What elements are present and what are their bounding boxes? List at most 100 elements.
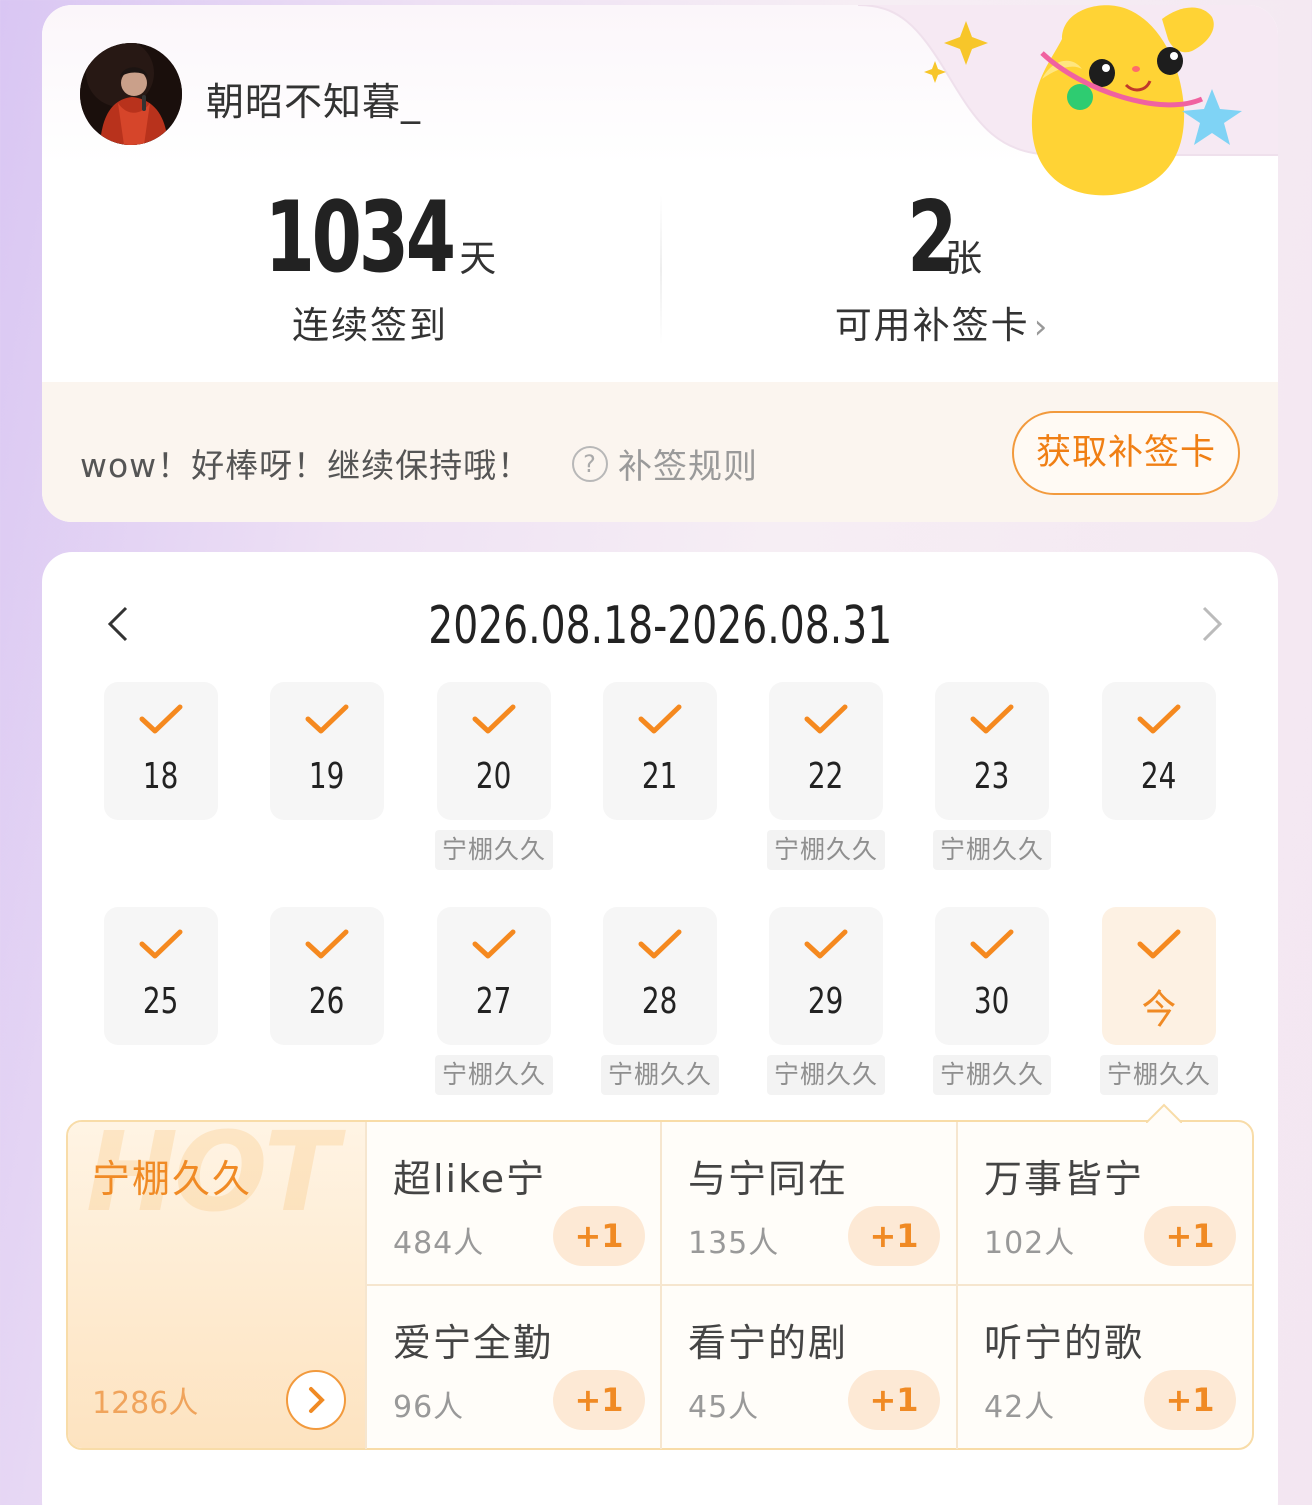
checkmark-icon	[970, 704, 1014, 734]
day-number: 20	[437, 756, 551, 797]
day-number-text: 18	[143, 756, 179, 797]
option-name: 爱宁全勤	[393, 1321, 554, 1365]
checkin-option[interactable]: 与宁同在 135人 +1	[660, 1122, 955, 1285]
day-cell[interactable]: 19	[270, 682, 384, 820]
day-number: 30	[935, 981, 1049, 1022]
hot-option-count: 1286人	[92, 1386, 199, 1421]
day-checkin-tag: 宁棚久久	[435, 1055, 553, 1095]
day-number: 27	[437, 981, 551, 1022]
day-number: 22	[769, 756, 883, 797]
option-count: 135人	[688, 1226, 780, 1261]
checkmark-icon	[804, 929, 848, 959]
plus-one-button[interactable]: +1	[848, 1370, 940, 1430]
day-number: 21	[603, 756, 717, 797]
question-icon: ?	[572, 445, 608, 482]
day-cell[interactable]: 22	[769, 682, 883, 820]
option-name: 看宁的剧	[688, 1321, 849, 1365]
username: 朝昭不知暮_	[206, 80, 422, 124]
day-number-text: 29	[808, 981, 844, 1022]
option-count: 484人	[393, 1226, 485, 1261]
date-range: 2026.08.18-2026.08.31	[42, 596, 1278, 656]
day-number: 23	[935, 756, 1049, 797]
checkmark-icon	[139, 929, 183, 959]
encourage-message: wow！好棒呀！继续保持哦！	[80, 446, 532, 485]
checkmark-icon	[139, 704, 183, 734]
day-number: 24	[1102, 756, 1216, 797]
day-checkin-tag: 宁棚久久	[435, 830, 553, 870]
checkin-option[interactable]: 爱宁全勤 96人 +1	[365, 1286, 660, 1449]
day-number-text: 今	[1141, 987, 1177, 1033]
calendar-card: 2026.08.18-2026.08.31 18 19 20 宁棚久久 21 22 宁棚久久…	[42, 552, 1278, 1505]
day-number-text: 19	[309, 756, 345, 797]
option-name: 万事皆宁	[984, 1157, 1145, 1201]
day-cell[interactable]: 18	[104, 682, 218, 820]
day-number-text: 22	[808, 756, 844, 797]
day-number: 26	[270, 981, 384, 1022]
day-number: 今	[1102, 977, 1216, 1035]
checkmark-icon	[804, 704, 848, 734]
day-number: 25	[104, 981, 218, 1022]
checkin-option[interactable]: 万事皆宁 102人 +1	[956, 1122, 1251, 1285]
day-cell[interactable]: 21	[603, 682, 717, 820]
checkin-option[interactable]: 看宁的剧 45人 +1	[660, 1286, 955, 1449]
day-checkin-tag: 宁棚久久	[767, 830, 885, 870]
hot-option-arrow-button[interactable]	[286, 1370, 346, 1430]
checkin-option[interactable]: 听宁的歌 42人 +1	[956, 1286, 1251, 1449]
day-cell[interactable]: 29	[769, 907, 883, 1045]
makeup-rules-link[interactable]: ? 补签规则	[572, 439, 758, 488]
plus-one-button[interactable]: +1	[553, 1370, 645, 1430]
checkin-summary-card: 朝昭不知暮_ 1034 天 连续签到 2张 可用补签卡 › wow！好棒呀！继续保持…	[42, 5, 1278, 522]
day-number-text: 21	[642, 756, 678, 797]
day-number: 19	[270, 756, 384, 797]
checkmark-icon	[970, 929, 1014, 959]
day-cell[interactable]: 27	[437, 907, 551, 1045]
day-cell[interactable]: 23	[935, 682, 1049, 820]
chevron-right-icon[interactable]	[1190, 604, 1230, 644]
option-count: 45人	[688, 1390, 760, 1425]
avatar[interactable]	[80, 43, 182, 145]
consecutive-days-stat: 1034 天 连续签到	[90, 183, 650, 349]
plus-one-button[interactable]: +1	[1144, 1206, 1236, 1266]
checkmark-icon	[638, 929, 682, 959]
day-number: 28	[603, 981, 717, 1022]
makeup-cards-label[interactable]: 可用补签卡 ›	[662, 295, 1222, 349]
day-number-text: 30	[974, 981, 1010, 1022]
makeup-rules-label: 补签规则	[618, 447, 758, 487]
day-checkin-tag: 宁棚久久	[767, 1055, 885, 1095]
day-number-text: 27	[476, 981, 512, 1022]
plus-one-button[interactable]: +1	[848, 1206, 940, 1266]
day-number-text: 23	[974, 756, 1010, 797]
get-makeup-card-button[interactable]: 获取补签卡	[1012, 411, 1240, 495]
panel-pointer	[1146, 1103, 1182, 1123]
day-checkin-tag: 宁棚久久	[933, 1055, 1051, 1095]
day-number-text: 28	[642, 981, 678, 1022]
plus-one-button[interactable]: +1	[553, 1206, 645, 1266]
checkin-options-panel: HOT 宁棚久久 1286人 超like宁 484人 +1 与宁同在 135人 +1 万事皆…	[66, 1103, 1254, 1450]
day-checkin-tag: 宁棚久久	[601, 1055, 719, 1095]
day-cell[interactable]: 20	[437, 682, 551, 820]
plus-one-button[interactable]: +1	[1144, 1370, 1236, 1430]
day-number-text: 24	[1141, 756, 1177, 797]
makeup-cards-label-text: 可用补签卡	[834, 304, 1030, 347]
day-checkin-tag: 宁棚久久	[1100, 1055, 1218, 1095]
consecutive-days-unit: 天	[459, 237, 497, 280]
day-number-text: 26	[309, 981, 345, 1022]
day-cell[interactable]: 30	[935, 907, 1049, 1045]
option-name: 听宁的歌	[984, 1321, 1145, 1365]
day-cell-today[interactable]: 今	[1102, 907, 1216, 1045]
day-cell[interactable]: 25	[104, 907, 218, 1045]
day-cell[interactable]: 24	[1102, 682, 1216, 820]
day-number-text: 25	[143, 981, 179, 1022]
checkin-option[interactable]: 超like宁 484人 +1	[365, 1122, 660, 1285]
checkmark-icon	[305, 929, 349, 959]
checkmark-icon	[472, 929, 516, 959]
option-count: 96人	[393, 1390, 465, 1425]
day-cell[interactable]: 26	[270, 907, 384, 1045]
checkmark-icon	[1137, 704, 1181, 734]
day-cell[interactable]: 28	[603, 907, 717, 1045]
makeup-cards-stat[interactable]: 2张 可用补签卡 ›	[662, 183, 1222, 349]
hot-option[interactable]: HOT 宁棚久久 1286人	[68, 1122, 365, 1448]
date-range-text: 2026.08.18-2026.08.31	[427, 596, 893, 656]
day-number-text: 20	[476, 756, 512, 797]
hot-option-name: 宁棚久久	[92, 1157, 253, 1201]
